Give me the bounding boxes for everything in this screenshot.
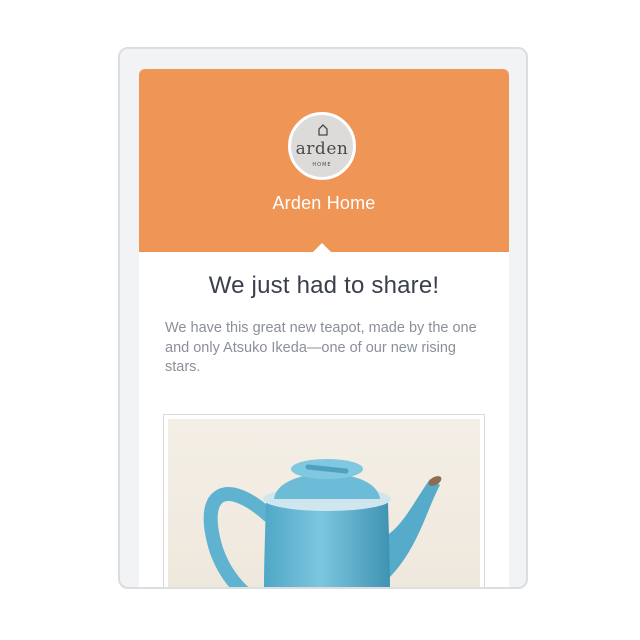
house-icon	[318, 124, 328, 136]
email-header: arden HOME Arden Home	[139, 69, 509, 252]
email-preview: arden HOME Arden Home We just had to sha…	[139, 69, 509, 587]
header-notch	[313, 243, 331, 252]
logo-subtitle: HOME	[312, 162, 332, 168]
phone-frame: arden HOME Arden Home We just had to sha…	[118, 47, 528, 589]
teapot-illustration	[168, 419, 480, 587]
brand-logo: arden HOME	[288, 112, 356, 180]
email-headline: We just had to share!	[208, 272, 440, 299]
logo-wordmark: arden	[295, 139, 349, 159]
email-body-text: We have this great new teapot, made by t…	[165, 320, 477, 375]
brand-name: Arden Home	[272, 193, 376, 213]
teapot-photo[interactable]	[168, 419, 480, 587]
product-image-frame[interactable]	[163, 414, 485, 587]
